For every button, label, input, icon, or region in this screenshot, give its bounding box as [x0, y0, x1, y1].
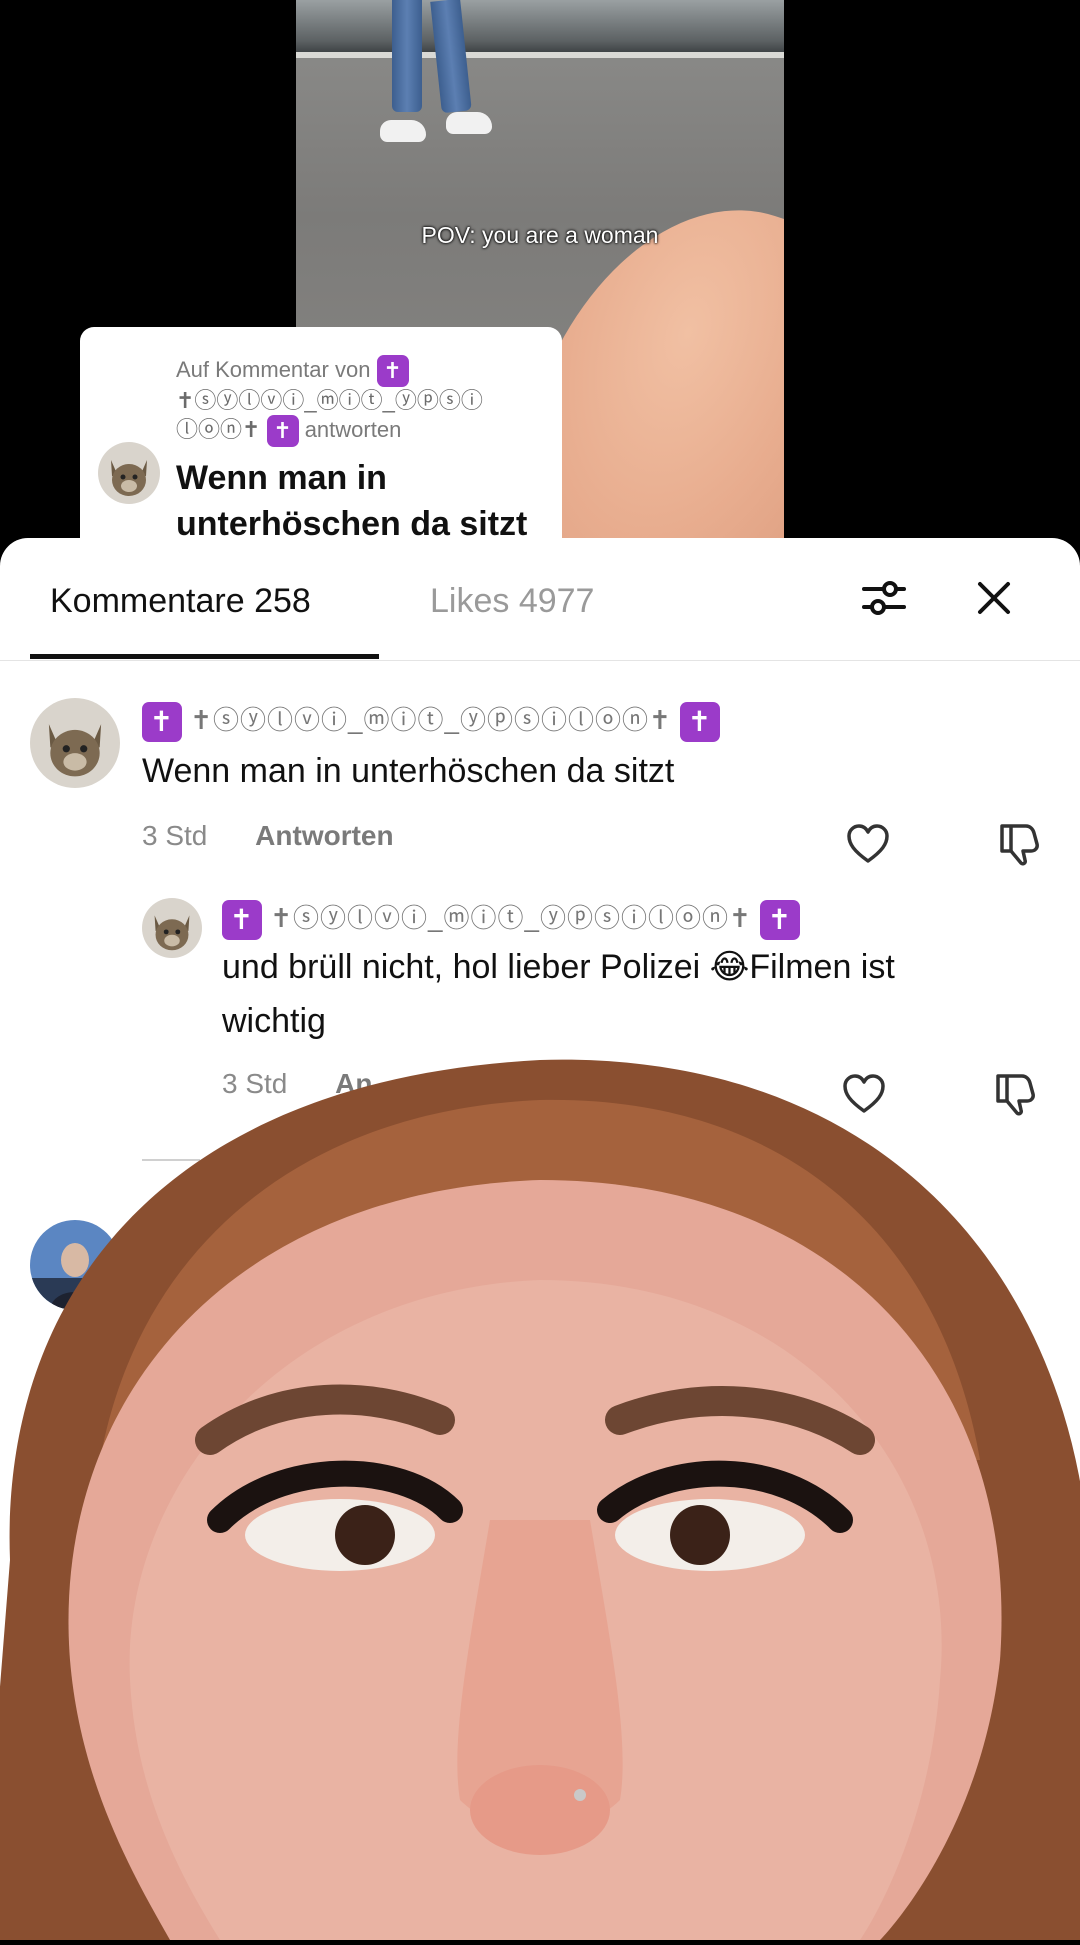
comment-body: ✝ ✝ⓢⓨⓛⓥⓘ_ⓜⓘⓣ_ⓨⓟⓢⓘⓛⓞⓝ✝ ✝ Wenn man in unte… [142, 700, 720, 852]
cat-avatar [98, 442, 160, 504]
filter-icon [862, 581, 906, 615]
reply-username[interactable]: ✝ ✝ⓢⓨⓛⓥⓘ_ⓜⓘⓣ_ⓨⓟⓢⓘⓛⓞⓝ✝ ✝ [222, 898, 895, 941]
close-button[interactable] [966, 570, 1022, 626]
dislike-icon [1000, 824, 1039, 866]
tab-comments[interactable]: Kommentare 258 [50, 582, 311, 621]
platform-edge [296, 0, 784, 58]
comment-time: 3 Std [142, 820, 208, 852]
reply-sticker[interactable]: Auf Kommentar von ✝ ✝ⓢⓨⓛⓥⓘ_ⓜⓘⓣ_ⓨⓟⓢⓘ ⓛⓞⓝ✝… [80, 327, 562, 562]
reply-handle-cont: ⓛⓞⓝ✝ [176, 416, 261, 442]
reply-suffix: antworten [304, 416, 402, 442]
person-shoe [446, 112, 492, 134]
cross-badge: ✝ [266, 415, 299, 447]
reply-text: und brüll nicht, hol lieber Polizei 😂Fil… [222, 948, 895, 987]
heart-icon [847, 824, 889, 863]
tab-likes[interactable]: Likes 4977 [430, 582, 594, 621]
reply-handle: ✝ⓢⓨⓛⓥⓘ_ⓜⓘⓣ_ⓨⓟⓢⓘ [176, 388, 483, 413]
close-icon [978, 582, 1010, 614]
video-caption: POV: you are a woman [421, 222, 659, 248]
cross-badge: ✝ [759, 900, 800, 941]
cross-badge: ✝ [376, 355, 409, 387]
person-leg [392, 0, 422, 112]
person-shoe [380, 120, 426, 142]
reply-prefix: Auf Kommentar von [176, 356, 371, 382]
comment-text: Wenn man in unterhöschen da sitzt [142, 752, 675, 791]
cross-badge: ✝ [679, 702, 720, 743]
comment-username[interactable]: ✝ ✝ⓢⓨⓛⓥⓘ_ⓜⓘⓣ_ⓨⓟⓢⓘⓛⓞⓝ✝ ✝ [142, 700, 720, 743]
filter-button[interactable] [856, 570, 912, 626]
creator-face-overlay [0, 1040, 1080, 1940]
cross-badge: ✝ [222, 900, 262, 941]
dislike-button[interactable] [996, 822, 1040, 871]
comment-meta: 3 Std Antworten [142, 820, 720, 852]
comment-item [30, 698, 120, 788]
reply-reference: Auf Kommentar von ✝ ✝ⓢⓨⓛⓥⓘ_ⓜⓘⓣ_ⓨⓟⓢⓘ ⓛⓞⓝ✝… [176, 355, 562, 447]
username-text: ✝ⓢⓨⓛⓥⓘ_ⓜⓘⓣ_ⓨⓟⓢⓘⓛⓞⓝ✝ [190, 705, 672, 735]
cross-badge: ✝ [142, 702, 182, 743]
tab-bar: Kommentare 258 Likes 4977 [0, 538, 1080, 661]
like-button[interactable] [846, 824, 890, 869]
reply-avatar[interactable] [142, 898, 202, 963]
tab-indicator [30, 654, 379, 659]
reply-button[interactable]: Antworten [255, 820, 393, 851]
avatar[interactable] [30, 698, 120, 788]
username-text: ✝ⓢⓨⓛⓥⓘ_ⓜⓘⓣ_ⓨⓟⓢⓘⓛⓞⓝ✝ [270, 903, 752, 933]
reply-sticker-text: Wenn man in unterhöschen da sitzt [176, 459, 528, 543]
